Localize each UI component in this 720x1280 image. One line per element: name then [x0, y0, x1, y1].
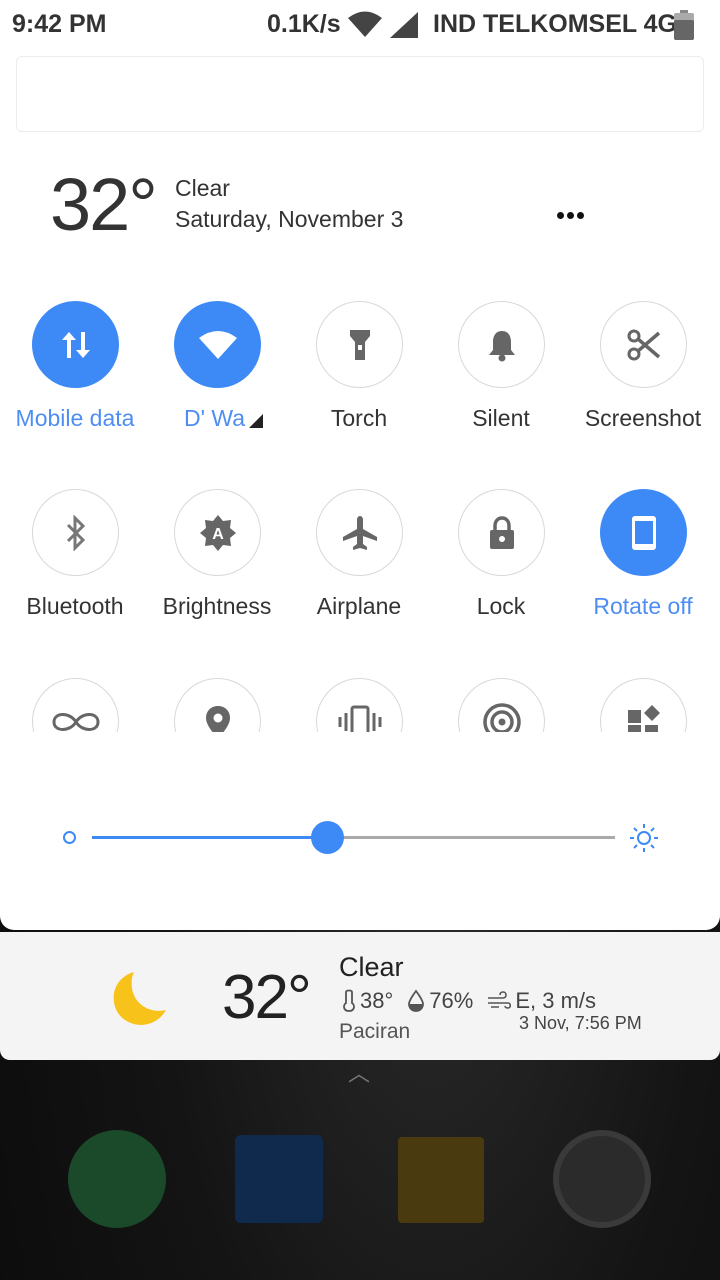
auto-brightness-icon: A	[199, 514, 236, 551]
weather-temperature: 32°	[50, 163, 158, 246]
more-options-button[interactable]	[551, 198, 589, 232]
brightness-slider[interactable]	[92, 821, 615, 854]
toggle-label: D' Wa	[183, 405, 245, 431]
rotate-lock-icon	[631, 515, 656, 550]
moon-icon	[113, 972, 166, 1025]
wind-icon	[488, 991, 512, 1009]
vibrate-icon	[338, 705, 381, 732]
widgets-icon	[627, 704, 660, 732]
weather-date: Saturday, November 3	[175, 206, 404, 232]
hotspot-icon	[482, 702, 521, 732]
torch-icon	[349, 329, 370, 360]
sun-icon	[630, 824, 658, 852]
dot-icon	[556, 211, 564, 219]
widget-details: 38° 76% E, 3 m/s	[342, 988, 596, 1014]
toggle-rotate-circle[interactable]	[600, 489, 687, 576]
status-bar: 9:42 PM 0.1K/s IND TELKOMSEL 4G	[0, 0, 720, 50]
widget-condition: Clear	[339, 952, 404, 982]
toggle-torch[interactable]: Torch	[289, 301, 429, 451]
wifi-icon	[348, 11, 382, 37]
airplane-icon	[342, 515, 377, 550]
toggle-widgets-circle[interactable]	[600, 678, 687, 732]
toggle-row-partial	[0, 676, 720, 732]
phone-app-icon[interactable]	[68, 1130, 166, 1228]
widget-temperature: 32°	[222, 963, 312, 1032]
widget-location: Paciran	[339, 1020, 411, 1043]
lock-icon	[489, 515, 514, 549]
network-speed: 0.1K/s	[267, 10, 341, 38]
toggle-lock[interactable]: Lock	[431, 489, 571, 639]
status-time: 9:42 PM	[12, 10, 107, 38]
toggle-label: Airplane	[316, 593, 402, 619]
toggle-mobile-data-circle[interactable]	[32, 301, 119, 388]
brightness-slider-fill	[92, 836, 328, 839]
toggle-mobile-data[interactable]: Mobile data	[5, 301, 145, 451]
expand-arrow-icon[interactable]	[249, 414, 263, 428]
chevron-up-icon[interactable]: ︿	[348, 1056, 370, 1088]
carrier-name: IND TELKOMSEL 4G	[433, 10, 678, 38]
toggle-hotspot[interactable]	[431, 678, 571, 732]
toggle-infinity-circle[interactable]	[32, 678, 119, 732]
toggle-widgets[interactable]	[573, 678, 713, 732]
toggle-brightness[interactable]: A Brightness	[147, 489, 287, 639]
toggle-lock-circle[interactable]	[458, 489, 545, 576]
toggle-label: Screenshot	[584, 405, 702, 431]
cell-signal-icon	[390, 12, 418, 38]
toggle-hotspot-circle[interactable]	[458, 678, 545, 732]
brightness-min-icon	[63, 831, 76, 844]
toggle-airplane[interactable]: Airplane	[289, 489, 429, 639]
toggle-screenshot[interactable]: Screenshot	[573, 301, 713, 451]
thermometer-icon	[343, 989, 355, 1012]
brightness-slider-thumb[interactable]	[311, 821, 345, 854]
bell-icon	[488, 330, 515, 361]
toggle-location-circle[interactable]	[174, 678, 261, 732]
notification-shade: 9:42 PM 0.1K/s IND TELKOMSEL 4G 32° Clea…	[0, 0, 720, 930]
toggle-torch-circle[interactable]	[316, 301, 403, 388]
infinity-icon	[51, 712, 100, 731]
toggle-infinity[interactable]	[5, 678, 145, 732]
weather-condition: Clear	[175, 175, 230, 201]
toggle-vibrate[interactable]	[289, 678, 429, 732]
toggle-wifi[interactable]: D' Wa	[147, 301, 287, 451]
dot-icon	[576, 211, 584, 219]
mobile-data-icon	[61, 331, 90, 358]
toggle-label: Rotate off	[593, 593, 693, 619]
svg-text:A: A	[212, 526, 224, 543]
toggle-vibrate-circle[interactable]	[316, 678, 403, 732]
toggle-wifi-circle[interactable]	[174, 301, 261, 388]
toggle-brightness-circle[interactable]: A	[174, 489, 261, 576]
toggle-label: Bluetooth	[26, 593, 124, 619]
toggle-label: Lock	[476, 593, 526, 619]
toggle-screenshot-circle[interactable]	[600, 301, 687, 388]
toggle-rotate[interactable]: Rotate off	[573, 489, 713, 639]
toggle-silent-circle[interactable]	[458, 301, 545, 388]
toggle-label: Torch	[330, 405, 388, 431]
humidity-value: 76%	[429, 988, 474, 1013]
wifi-icon	[198, 330, 237, 359]
wind-value: E, 3 m/s	[515, 988, 597, 1013]
humidity-icon	[408, 989, 425, 1012]
scissors-icon	[627, 329, 660, 360]
battery-icon	[674, 10, 694, 40]
search-box[interactable]	[16, 56, 704, 132]
toggle-bluetooth-circle[interactable]	[32, 489, 119, 576]
toggle-bluetooth[interactable]: Bluetooth	[5, 489, 145, 639]
feels-like-value: 38°	[360, 988, 394, 1013]
dot-icon	[566, 211, 574, 219]
widget-updated-time: 3 Nov, 7:56 PM	[519, 1013, 642, 1033]
messages-app-icon[interactable]	[398, 1137, 484, 1223]
toggle-silent[interactable]: Silent	[431, 301, 571, 451]
toggle-label: Silent	[472, 405, 530, 431]
camera-app-icon[interactable]	[553, 1130, 651, 1228]
toggle-airplane-circle[interactable]	[316, 489, 403, 576]
weather-widget[interactable]: 32° Clear 38° 76% E, 3 m/s Paciran 3 Nov…	[0, 932, 720, 1060]
toggle-label: Brightness	[162, 593, 272, 619]
bluetooth-icon	[66, 514, 85, 551]
contacts-app-icon[interactable]	[235, 1135, 323, 1223]
location-icon	[205, 705, 230, 732]
toggle-label: Mobile data	[15, 405, 135, 431]
toggle-location[interactable]	[147, 678, 287, 732]
